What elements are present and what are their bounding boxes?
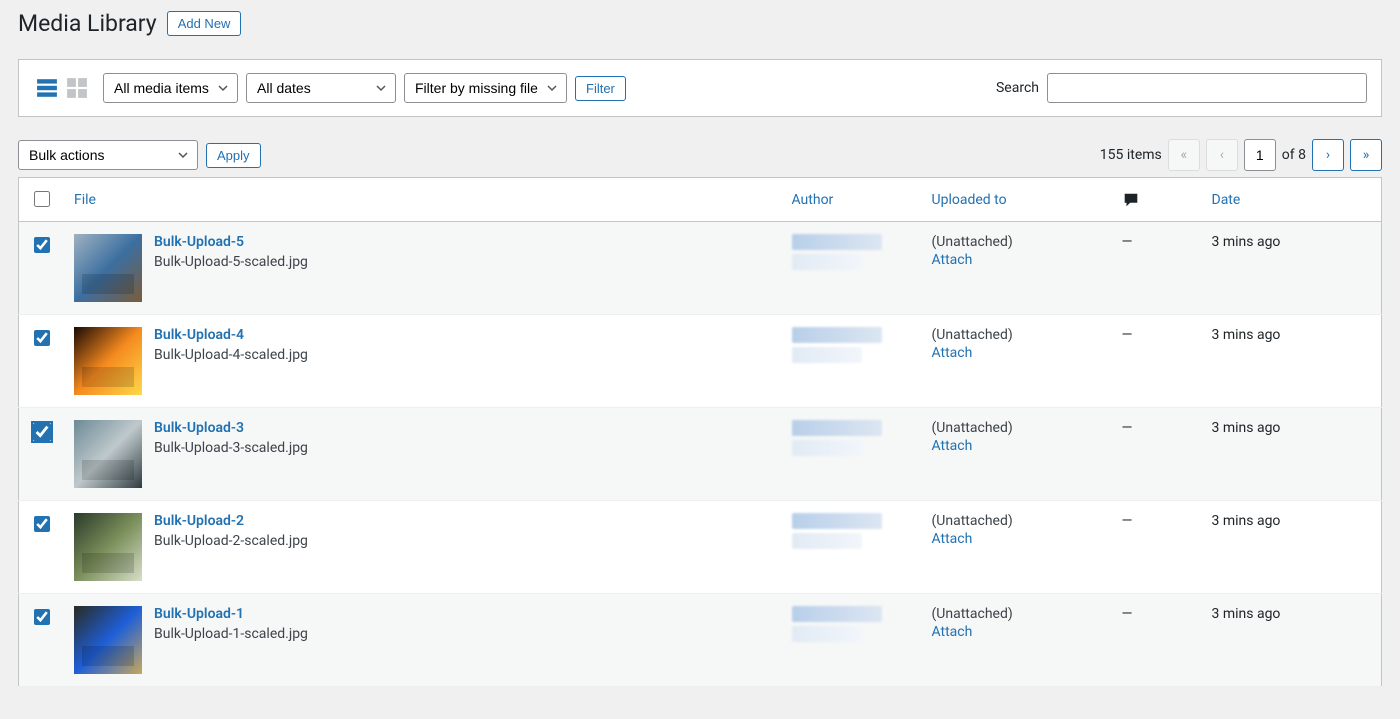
author-redacted: [792, 626, 862, 642]
comments-icon[interactable]: [1122, 191, 1192, 209]
file-title-link[interactable]: Bulk-Upload-2: [154, 513, 244, 529]
file-name: Bulk-Upload-4-scaled.jpg: [154, 347, 308, 363]
file-title-link[interactable]: Bulk-Upload-5: [154, 234, 244, 250]
search-input[interactable]: [1047, 73, 1367, 103]
column-uploaded-to[interactable]: Uploaded to: [932, 192, 1007, 208]
last-page-button[interactable]: »: [1350, 139, 1382, 171]
table-row: Bulk-Upload-4 Bulk-Upload-4-scaled.jpg (Un…: [19, 315, 1382, 408]
grid-view-button[interactable]: [63, 74, 91, 102]
attach-link[interactable]: Attach: [932, 345, 973, 361]
attach-link[interactable]: Attach: [932, 438, 973, 454]
author-redacted: [792, 513, 882, 529]
file-title-link[interactable]: Bulk-Upload-4: [154, 327, 244, 343]
author-redacted: [792, 606, 882, 622]
author-redacted: [792, 254, 862, 270]
author-redacted: [792, 440, 862, 456]
comments-count: —: [1112, 315, 1202, 408]
file-title-link[interactable]: Bulk-Upload-1: [154, 606, 244, 622]
missing-file-select[interactable]: Filter by missing file: [404, 73, 567, 103]
date-cell: 3 mins ago: [1202, 408, 1382, 501]
row-checkbox[interactable]: [34, 330, 50, 346]
table-row: Bulk-Upload-5 Bulk-Upload-5-scaled.jpg (Un…: [19, 222, 1382, 315]
add-new-button[interactable]: Add New: [167, 11, 242, 36]
current-page-input[interactable]: [1244, 139, 1276, 171]
column-file[interactable]: File: [74, 192, 96, 208]
date-select[interactable]: All dates: [246, 73, 396, 103]
total-pages-label: of 8: [1282, 147, 1306, 163]
comments-count: —: [1112, 222, 1202, 315]
file-name: Bulk-Upload-2-scaled.jpg: [154, 533, 308, 549]
column-author[interactable]: Author: [792, 192, 834, 208]
thumbnail[interactable]: [74, 513, 142, 581]
column-date[interactable]: Date: [1212, 192, 1241, 208]
select-all-checkbox[interactable]: [34, 191, 50, 207]
author-redacted: [792, 234, 882, 250]
media-type-select[interactable]: All media items: [103, 73, 238, 103]
thumbnail[interactable]: [74, 234, 142, 302]
filter-toolbar: All media items All dates Filter by miss…: [18, 59, 1382, 117]
file-title-link[interactable]: Bulk-Upload-3: [154, 420, 244, 436]
comments-count: —: [1112, 594, 1202, 687]
attach-status: (Unattached): [932, 327, 1102, 343]
date-cell: 3 mins ago: [1202, 315, 1382, 408]
first-page-button[interactable]: «: [1168, 139, 1200, 171]
table-row: Bulk-Upload-3 Bulk-Upload-3-scaled.jpg (Un…: [19, 408, 1382, 501]
date-cell: 3 mins ago: [1202, 594, 1382, 687]
file-name: Bulk-Upload-3-scaled.jpg: [154, 440, 308, 456]
media-table: File Author Uploaded to Date Bulk-Upload…: [18, 177, 1382, 687]
comments-count: —: [1112, 408, 1202, 501]
bulk-actions-select[interactable]: Bulk actions: [18, 140, 198, 170]
attach-status: (Unattached): [932, 513, 1102, 529]
date-cell: 3 mins ago: [1202, 222, 1382, 315]
thumbnail[interactable]: [74, 606, 142, 674]
row-checkbox[interactable]: [33, 423, 51, 441]
items-count: 155 items: [1100, 147, 1162, 163]
thumbnail[interactable]: [74, 420, 142, 488]
attach-link[interactable]: Attach: [932, 252, 973, 268]
next-page-button[interactable]: ›: [1312, 139, 1344, 171]
table-row: Bulk-Upload-2 Bulk-Upload-2-scaled.jpg (Un…: [19, 501, 1382, 594]
attach-link[interactable]: Attach: [932, 531, 973, 547]
search-label: Search: [996, 80, 1039, 96]
file-name: Bulk-Upload-1-scaled.jpg: [154, 626, 308, 642]
row-checkbox[interactable]: [34, 609, 50, 625]
apply-button[interactable]: Apply: [206, 143, 261, 168]
prev-page-button[interactable]: ‹: [1206, 139, 1238, 171]
date-cell: 3 mins ago: [1202, 501, 1382, 594]
page-title: Media Library: [18, 10, 157, 37]
comments-count: —: [1112, 501, 1202, 594]
table-row: Bulk-Upload-1 Bulk-Upload-1-scaled.jpg (Un…: [19, 594, 1382, 687]
filter-button[interactable]: Filter: [575, 76, 626, 101]
attach-status: (Unattached): [932, 420, 1102, 436]
row-checkbox[interactable]: [34, 516, 50, 532]
attach-status: (Unattached): [932, 606, 1102, 622]
author-redacted: [792, 347, 862, 363]
author-redacted: [792, 420, 882, 436]
author-redacted: [792, 533, 862, 549]
file-name: Bulk-Upload-5-scaled.jpg: [154, 254, 308, 270]
author-redacted: [792, 327, 882, 343]
list-view-button[interactable]: [33, 74, 61, 102]
row-checkbox[interactable]: [34, 237, 50, 253]
thumbnail[interactable]: [74, 327, 142, 395]
attach-link[interactable]: Attach: [932, 624, 973, 640]
attach-status: (Unattached): [932, 234, 1102, 250]
